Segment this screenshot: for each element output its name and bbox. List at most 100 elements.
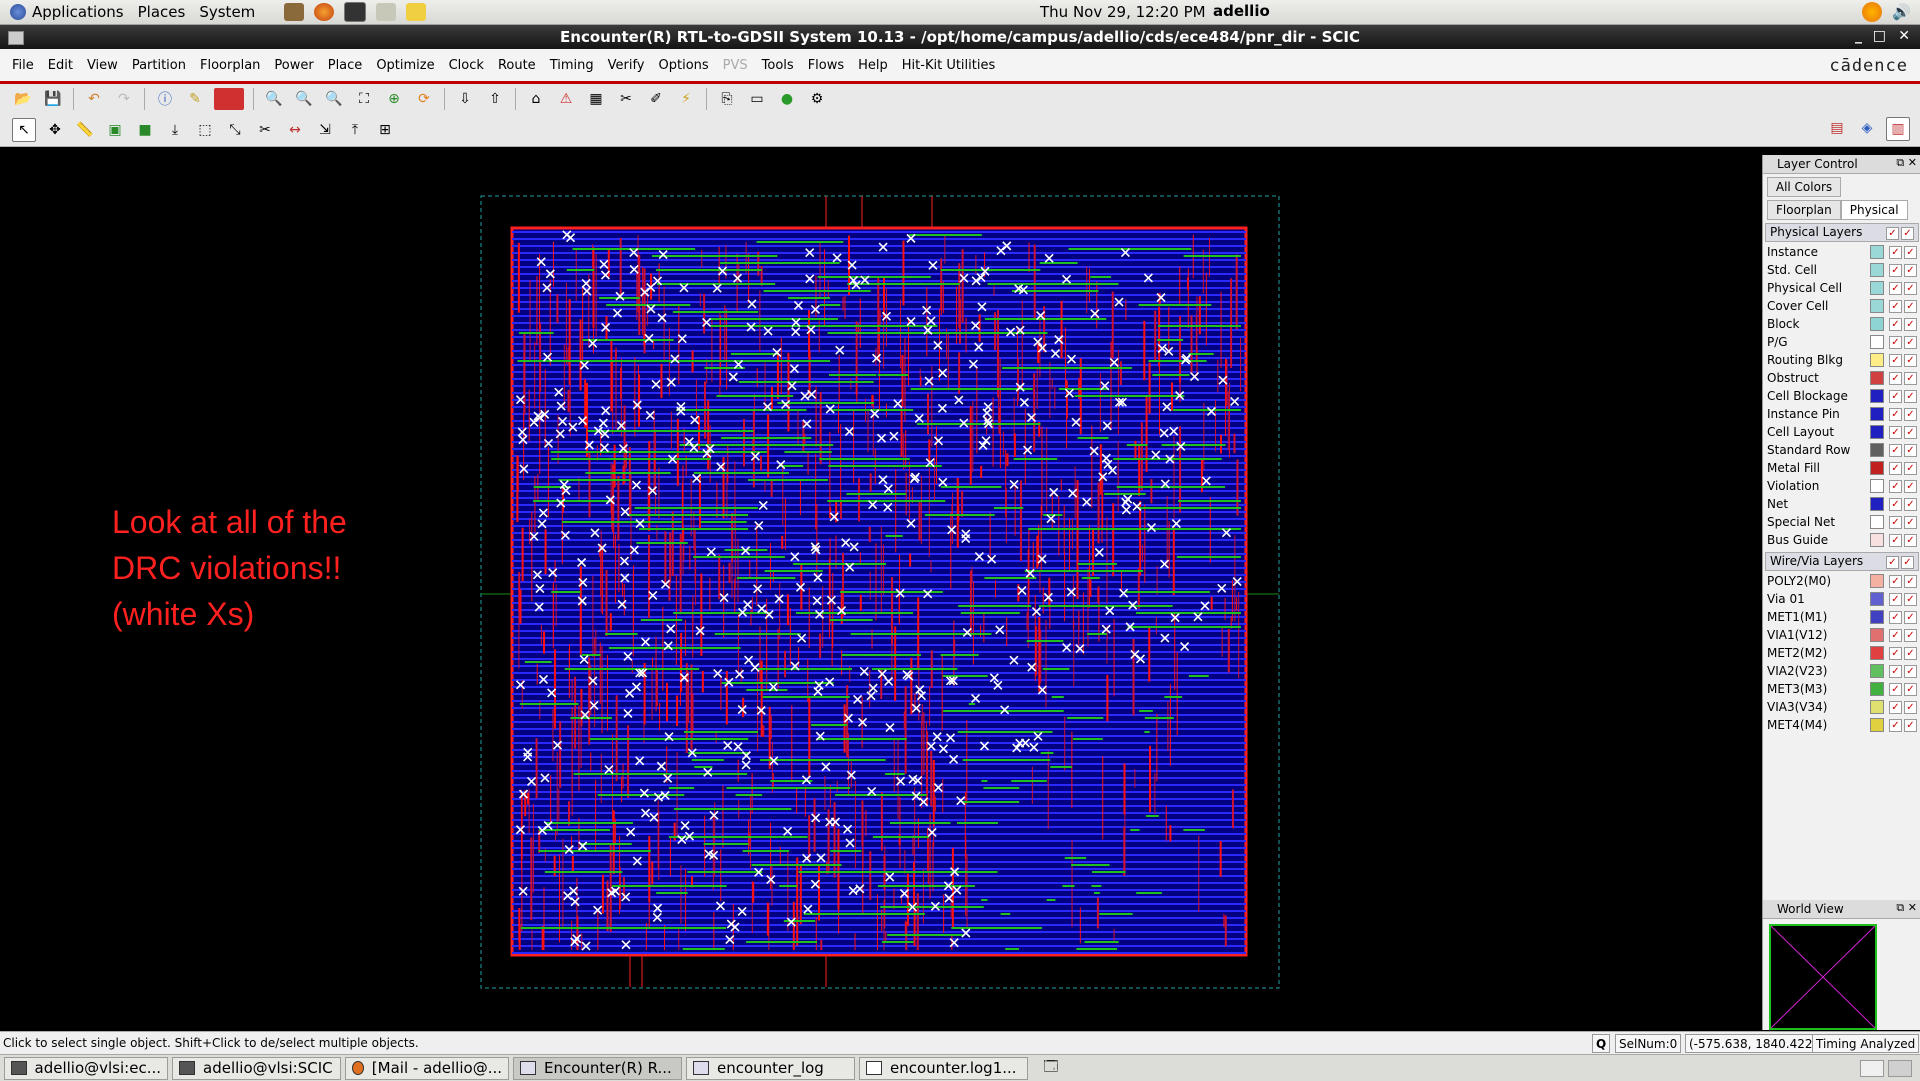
violation-browser-icon[interactable]: ⚠ <box>555 88 577 110</box>
menu-verify[interactable]: Verify <box>601 58 652 73</box>
hierarchy-up-icon[interactable]: ⇧ <box>484 88 506 110</box>
tab-floorplan[interactable]: Floorplan <box>1767 200 1841 220</box>
layer-selectable-checkbox[interactable]: ✓ <box>1904 515 1917 529</box>
layer-selectable-checkbox[interactable]: ✓ <box>1904 425 1917 439</box>
close-button[interactable]: ✕ <box>1898 28 1910 44</box>
layer-row-net[interactable]: Net ✓ ✓ <box>1763 495 1920 513</box>
layer-row-instance[interactable]: Instance ✓ ✓ <box>1763 243 1920 261</box>
layer-visible-checkbox[interactable]: ✓ <box>1889 245 1902 259</box>
menu-view[interactable]: View <box>80 58 125 73</box>
layer-visible-checkbox[interactable]: ✓ <box>1889 389 1902 403</box>
layer-selectable-checkbox[interactable]: ✓ <box>1904 479 1917 493</box>
layer-color-swatch[interactable] <box>1870 700 1884 714</box>
layer-color-swatch[interactable] <box>1870 317 1884 331</box>
layer-selectable-checkbox[interactable]: ✓ <box>1904 335 1917 349</box>
layer-color-swatch[interactable] <box>1870 574 1884 588</box>
layer-visible-checkbox[interactable]: ✓ <box>1889 371 1902 385</box>
layer-selectable-checkbox[interactable]: ✓ <box>1904 371 1917 385</box>
layer-visible-checkbox[interactable]: ✓ <box>1889 407 1902 421</box>
floorplan-view-icon[interactable]: ▤ <box>1826 117 1848 139</box>
cut-wire-icon[interactable]: ✂ <box>254 119 276 141</box>
open-icon[interactable]: 📂 <box>12 88 34 110</box>
tab-physical[interactable]: Physical <box>1840 200 1908 220</box>
layer-selectable-checkbox[interactable]: ✓ <box>1904 407 1917 421</box>
layer-row-cover-cell[interactable]: Cover Cell ✓ ✓ <box>1763 297 1920 315</box>
layer-visible-checkbox[interactable]: ✓ <box>1889 610 1902 624</box>
places-menu[interactable]: Places <box>138 3 186 21</box>
menu-hit-kit-utilities[interactable]: Hit-Kit Utilities <box>895 58 1002 73</box>
amoeba-view-icon[interactable]: ◈ <box>1856 117 1878 139</box>
layer-selectable-checkbox[interactable]: ✓ <box>1904 574 1917 588</box>
layer-row-block[interactable]: Block ✓ ✓ <box>1763 315 1920 333</box>
layer-selectable-checkbox[interactable]: ✓ <box>1904 646 1917 660</box>
layer-color-swatch[interactable] <box>1870 461 1884 475</box>
layer-selectable-checkbox[interactable]: ✓ <box>1904 533 1917 547</box>
layer-color-swatch[interactable] <box>1870 479 1884 493</box>
layer-visible-checkbox[interactable]: ✓ <box>1889 700 1902 714</box>
layer-row-metal-fill[interactable]: Metal Fill ✓ ✓ <box>1763 459 1920 477</box>
add-block-icon[interactable]: ■ <box>134 119 156 141</box>
layer-color-swatch[interactable] <box>1870 245 1884 259</box>
volume-icon[interactable]: 🔊 <box>1892 3 1911 21</box>
menu-edit[interactable]: Edit <box>41 58 80 73</box>
report-icon[interactable]: ▭ <box>746 88 768 110</box>
workspace-1[interactable] <box>1860 1060 1884 1077</box>
run-icon[interactable]: ● <box>776 88 798 110</box>
layer-row-special-net[interactable]: Special Net ✓ ✓ <box>1763 513 1920 531</box>
layer-selectable-checkbox[interactable]: ✓ <box>1904 317 1917 331</box>
layer-visible-checkbox[interactable]: ✓ <box>1889 497 1902 511</box>
window-titlebar[interactable]: Encounter(R) RTL-to-GDSII System 10.13 -… <box>0 25 1920 49</box>
layer-color-swatch[interactable] <box>1870 646 1884 660</box>
layer-color-swatch[interactable] <box>1870 407 1884 421</box>
layer-row-p-g[interactable]: P/G ✓ ✓ <box>1763 333 1920 351</box>
show-desktop-icon[interactable]: 🗔 <box>1040 1057 1062 1079</box>
layer-color-swatch[interactable] <box>1870 335 1884 349</box>
layer-selectable-checkbox[interactable]: ✓ <box>1904 497 1917 511</box>
layer-row-physical-cell[interactable]: Physical Cell ✓ ✓ <box>1763 279 1920 297</box>
zoom-previous-icon[interactable]: ⊕ <box>383 88 405 110</box>
save-icon[interactable]: 💾 <box>42 88 64 110</box>
layer-visible-checkbox[interactable]: ✓ <box>1889 718 1902 732</box>
layer-row-std-cell[interactable]: Std. Cell ✓ ✓ <box>1763 261 1920 279</box>
layer-row-cell-blockage[interactable]: Cell Blockage ✓ ✓ <box>1763 387 1920 405</box>
mail-launcher-icon[interactable] <box>376 3 397 21</box>
firefox-launcher-icon[interactable] <box>314 3 335 21</box>
layer-selectable-checkbox[interactable]: ✓ <box>1904 389 1917 403</box>
layer-color-swatch[interactable] <box>1870 515 1884 529</box>
all-colors-button[interactable]: All Colors <box>1767 177 1841 197</box>
layer-color-swatch[interactable] <box>1870 263 1884 277</box>
menu-partition[interactable]: Partition <box>125 58 193 73</box>
layer-row-met1-m1-[interactable]: MET1(M1) ✓ ✓ <box>1763 608 1920 626</box>
add-pin-icon[interactable]: ⤓ <box>164 119 186 141</box>
query-button[interactable]: Q <box>1592 1034 1611 1053</box>
layer-selectable-checkbox[interactable]: ✓ <box>1904 281 1917 295</box>
layer-row-met3-m3-[interactable]: MET3(M3) ✓ ✓ <box>1763 680 1920 698</box>
undo-icon[interactable]: ↶ <box>83 88 105 110</box>
layer-color-swatch[interactable] <box>1870 533 1884 547</box>
task-encounter-log1[interactable]: encounter.log1... <box>859 1056 1028 1080</box>
task-mail[interactable]: [Mail - adellio@... <box>345 1056 509 1080</box>
layer-visible-checkbox[interactable]: ✓ <box>1889 425 1902 439</box>
copy-icon[interactable]: ⎘ <box>716 88 738 110</box>
layer-visible-checkbox[interactable]: ✓ <box>1889 263 1902 277</box>
task-terminal-ece[interactable]: adellio@vlsi:ec... <box>4 1056 168 1080</box>
layout-view-icon[interactable]: ▦ <box>585 88 607 110</box>
layer-color-swatch[interactable] <box>1870 497 1884 511</box>
menu-file[interactable]: File <box>5 58 41 73</box>
redraw-icon[interactable]: ⟳ <box>413 88 435 110</box>
menu-place[interactable]: Place <box>321 58 370 73</box>
menu-options[interactable]: Options <box>652 58 716 73</box>
selectability-checkbox[interactable]: ✓ <box>1901 556 1914 569</box>
layer-row-poly2-m0-[interactable]: POLY2(M0) ✓ ✓ <box>1763 572 1920 590</box>
move-icon[interactable]: ✥ <box>44 119 66 141</box>
layer-color-swatch[interactable] <box>1870 628 1884 642</box>
layer-visible-checkbox[interactable]: ✓ <box>1889 443 1902 457</box>
panel-clock[interactable]: Thu Nov 29, 12:20 PM <box>1040 3 1206 21</box>
zoom-area-icon[interactable]: 🔍 <box>323 88 345 110</box>
physical-view-icon[interactable]: ▥ <box>1886 117 1910 141</box>
info-icon[interactable]: ⓘ <box>154 88 176 110</box>
wire-via-layers-header[interactable]: Wire/Via Layers ✓ ✓ <box>1765 552 1919 571</box>
layer-selectable-checkbox[interactable]: ✓ <box>1904 461 1917 475</box>
layer-color-swatch[interactable] <box>1870 371 1884 385</box>
menu-clock[interactable]: Clock <box>442 58 491 73</box>
